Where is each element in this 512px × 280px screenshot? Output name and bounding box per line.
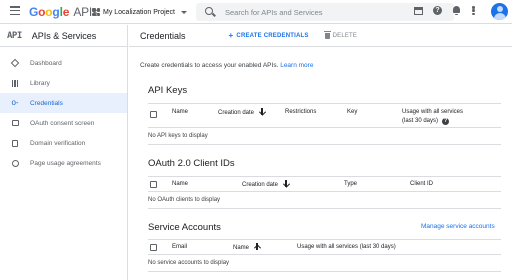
delete-button[interactable]: DELETE xyxy=(323,30,358,39)
table-header: Name Creation date Type Client ID xyxy=(148,176,501,192)
checkbox-icon xyxy=(0,139,30,147)
main-content: Credentials + CREATE CREDENTIALS DELETE … xyxy=(129,25,512,280)
notifications-bell-icon[interactable] xyxy=(452,6,461,15)
intro-text: Create credentials to access your enable… xyxy=(140,62,314,69)
column-header-email[interactable]: Email xyxy=(172,243,187,251)
column-header-usage: Usage with all services xyxy=(402,109,464,115)
manage-service-accounts-link[interactable]: Manage service accounts xyxy=(421,223,495,230)
project-icon xyxy=(92,8,100,16)
service-accounts-table: Email Name Usage with all services (last… xyxy=(148,239,501,272)
column-header-name[interactable]: Name xyxy=(172,180,188,188)
create-credentials-button[interactable]: + CREATE CREDENTIALS xyxy=(228,30,309,40)
api-keys-table: Name Creation date Restrictions Key Usag… xyxy=(148,103,501,145)
sort-arrow-down-icon xyxy=(259,108,265,115)
search-input[interactable] xyxy=(225,6,445,18)
help-icon[interactable]: ? xyxy=(442,118,450,125)
key-icon: o- xyxy=(11,98,19,107)
dashboard-icon xyxy=(0,58,30,68)
library-icon xyxy=(0,79,30,87)
sidebar-item-library[interactable]: Library xyxy=(0,73,127,93)
select-all-checkbox[interactable] xyxy=(150,243,157,251)
select-all-checkbox[interactable] xyxy=(150,180,157,188)
sidebar: API APIs & Services Dashboard Library o-… xyxy=(0,25,128,280)
table-header: Name Creation date Restrictions Key Usag… xyxy=(148,103,501,128)
sort-arrow-up-icon xyxy=(254,243,260,250)
sidebar-item-label: Library xyxy=(30,79,50,87)
oauth-heading: OAuth 2.0 Client IDs xyxy=(148,158,235,169)
empty-row: No OAuth clients to display xyxy=(148,192,501,209)
sidebar-item-credentials[interactable]: o- Credentials xyxy=(0,93,127,113)
page-header: Credentials + CREATE CREDENTIALS DELETE xyxy=(129,25,512,47)
hamburger-menu-icon[interactable] xyxy=(10,6,20,15)
select-all-checkbox[interactable] xyxy=(150,111,157,118)
sidebar-item-label: Dashboard xyxy=(30,59,62,67)
column-header-usage: Usage with all services (last 30 days) xyxy=(297,244,396,250)
column-header-client-id: Client ID xyxy=(410,181,434,187)
create-credentials-label: CREATE CREDENTIALS xyxy=(236,32,309,39)
search-icon[interactable] xyxy=(205,7,213,15)
page-title: Credentials xyxy=(140,30,186,41)
sidebar-item-label: Domain verification xyxy=(30,139,86,147)
sidebar-item-label: OAuth consent screen xyxy=(30,119,95,127)
top-app-bar: Google APIs My Localization Project ? xyxy=(0,0,512,24)
column-header-name[interactable]: Name xyxy=(233,243,260,252)
sidebar-item-label: Page usage agreements xyxy=(30,159,101,167)
table-header: Email Name Usage with all services (last… xyxy=(148,239,501,255)
project-selector[interactable]: My Localization Project xyxy=(92,4,187,20)
sidebar-title: APIs & Services xyxy=(31,30,97,41)
sidebar-item-dashboard[interactable]: Dashboard xyxy=(0,53,127,73)
sort-arrow-down-icon xyxy=(283,180,289,187)
sidebar-item-page-usage[interactable]: Page usage agreements xyxy=(0,153,127,173)
trash-icon xyxy=(323,30,331,39)
empty-row: No service accounts to display xyxy=(148,255,501,272)
column-header-key: Key xyxy=(347,109,358,115)
api-keys-heading: API Keys xyxy=(148,85,188,96)
service-accounts-heading: Service Accounts xyxy=(148,222,221,233)
sidebar-item-oauth-consent[interactable]: OAuth consent screen xyxy=(0,113,127,133)
empty-row: No API keys to display xyxy=(148,128,501,145)
delete-label: DELETE xyxy=(332,32,358,39)
learn-more-link[interactable]: Learn more xyxy=(280,62,313,69)
column-header-type: Type xyxy=(344,181,358,187)
project-name: My Localization Project xyxy=(103,8,175,16)
settings-icon xyxy=(0,159,30,167)
sidebar-item-domain-verification[interactable]: Domain verification xyxy=(0,133,127,153)
column-header-name[interactable]: Name xyxy=(172,108,188,116)
help-icon[interactable]: ? xyxy=(433,6,442,15)
oauth-table: Name Creation date Type Client ID No OAu… xyxy=(148,176,501,209)
column-header-creation-date[interactable]: Creation date xyxy=(242,180,289,189)
sidebar-item-label: Credentials xyxy=(30,99,63,107)
column-header-restrictions: Restrictions xyxy=(285,109,317,115)
consent-icon xyxy=(0,120,30,126)
sidebar-nav: Dashboard Library o- Credentials OAuth c… xyxy=(0,53,127,173)
google-apis-logo[interactable]: Google APIs xyxy=(29,5,98,19)
gift-icon[interactable] xyxy=(414,6,423,15)
account-avatar[interactable] xyxy=(491,3,508,20)
sidebar-header: API APIs & Services xyxy=(0,25,127,47)
plus-icon: + xyxy=(228,30,234,40)
column-header-usage-period: (last 30 days)? xyxy=(402,118,450,125)
more-vert-icon[interactable] xyxy=(472,6,475,15)
chevron-down-icon xyxy=(180,10,187,14)
api-badge-icon: API xyxy=(7,30,22,41)
column-header-creation-date[interactable]: Creation date xyxy=(218,108,265,117)
